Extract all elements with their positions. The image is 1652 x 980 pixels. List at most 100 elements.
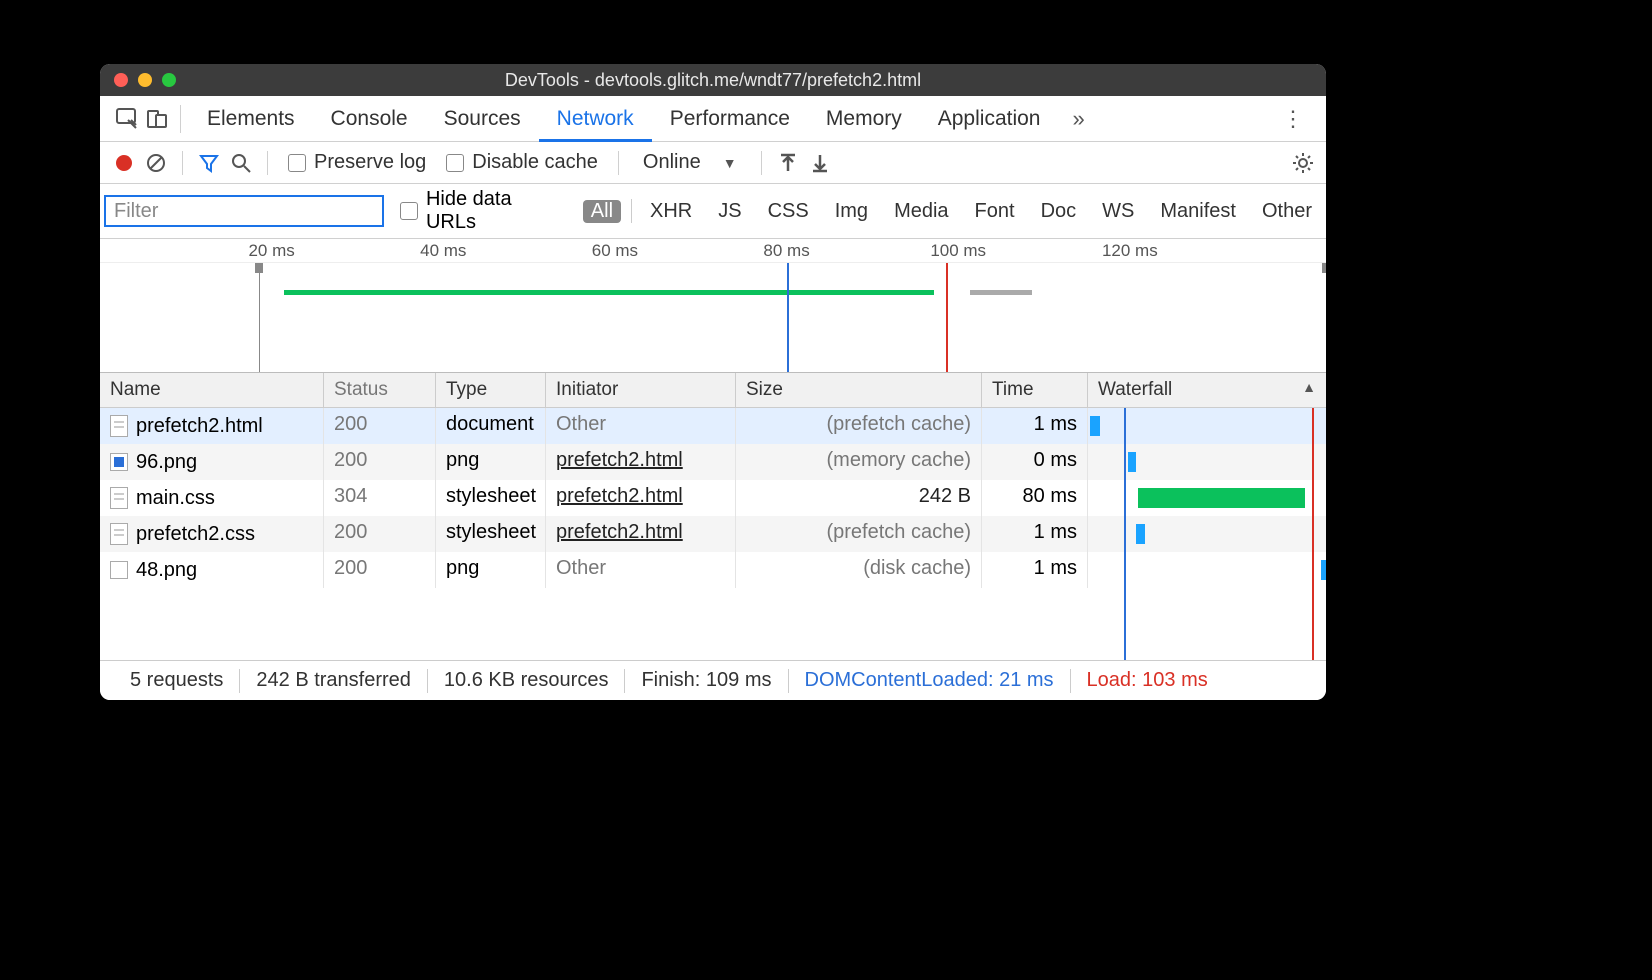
col-waterfall[interactable]: Waterfall▲ [1088, 373, 1326, 407]
hide-data-urls-checkbox[interactable]: Hide data URLs [394, 188, 573, 234]
more-panels-button[interactable]: » [1058, 106, 1098, 132]
status-transferred: 242 B transferred [240, 669, 427, 692]
throttling-select[interactable]: Online ▼ [633, 151, 747, 174]
status-load: Load: 103 ms [1071, 669, 1224, 692]
clear-button[interactable] [144, 153, 168, 173]
request-size: 242 B [736, 480, 982, 516]
minimize-window-button[interactable] [138, 73, 152, 87]
checkbox-box [446, 154, 464, 172]
tab-network[interactable]: Network [539, 96, 652, 141]
tab-application[interactable]: Application [920, 96, 1059, 141]
initiator-link[interactable]: prefetch2.html [556, 449, 683, 471]
waterfall-bar [1321, 560, 1326, 580]
import-har-icon[interactable] [776, 153, 800, 173]
col-time[interactable]: Time [982, 373, 1088, 407]
request-type: stylesheet [436, 516, 546, 552]
filter-chip-ws[interactable]: WS [1094, 200, 1142, 223]
chevron-down-icon: ▼ [723, 155, 737, 171]
request-size: (prefetch cache) [736, 516, 982, 552]
request-status: 200 [324, 444, 436, 480]
overview-tick: 60 ms [592, 241, 638, 261]
inspect-element-icon[interactable] [112, 108, 142, 130]
record-button[interactable] [112, 155, 136, 171]
request-time: 1 ms [982, 408, 1088, 444]
table-header: Name Status Type Initiator Size Time Wat… [100, 373, 1326, 408]
waterfall-cell [1088, 516, 1326, 552]
col-name[interactable]: Name [100, 373, 324, 407]
overview-tick: 80 ms [763, 241, 809, 261]
preserve-log-checkbox[interactable]: Preserve log [282, 151, 432, 174]
tab-sources[interactable]: Sources [426, 96, 539, 141]
initiator-link[interactable]: prefetch2.html [556, 485, 683, 507]
overview-dcl-line [787, 263, 789, 372]
col-type[interactable]: Type [436, 373, 546, 407]
request-size: (disk cache) [736, 552, 982, 588]
status-requests: 5 requests [114, 669, 239, 692]
network-settings-icon[interactable] [1292, 152, 1314, 174]
col-initiator[interactable]: Initiator [546, 373, 736, 407]
request-name: prefetch2.css [136, 523, 255, 546]
filter-chip-doc[interactable]: Doc [1033, 200, 1085, 223]
close-window-button[interactable] [114, 73, 128, 87]
customize-devtools-button[interactable]: ⋮ [1272, 106, 1314, 132]
table-row[interactable]: prefetch2.css200stylesheetprefetch2.html… [100, 516, 1326, 552]
filter-chip-img[interactable]: Img [827, 200, 876, 223]
overview-tick: 100 ms [930, 241, 986, 261]
request-size: (memory cache) [736, 444, 982, 480]
request-time: 0 ms [982, 444, 1088, 480]
checkbox-box [400, 202, 418, 220]
titlebar: DevTools - devtools.glitch.me/wndt77/pre… [100, 64, 1326, 96]
overview-tick: 20 ms [248, 241, 294, 261]
overview-tick: 40 ms [420, 241, 466, 261]
request-time: 1 ms [982, 516, 1088, 552]
filter-chip-xhr[interactable]: XHR [642, 200, 700, 223]
sort-indicator-icon: ▲ [1302, 379, 1316, 395]
filter-chip-font[interactable]: Font [967, 200, 1023, 223]
table-row[interactable]: prefetch2.html200documentOther(prefetch … [100, 408, 1326, 444]
col-size[interactable]: Size [736, 373, 982, 407]
panel-tabs: ElementsConsoleSourcesNetworkPerformance… [100, 96, 1326, 142]
network-toolbar: Preserve log Disable cache Online ▼ [100, 142, 1326, 184]
table-row[interactable]: 48.png200pngOther(disk cache)1 ms [100, 552, 1326, 588]
filter-toggle-icon[interactable] [197, 153, 221, 173]
waterfall-cell [1088, 408, 1326, 444]
overview-activity-bar [284, 290, 934, 295]
filter-bar: Hide data URLs All XHR JS CSS Img Media Font Do… [100, 184, 1326, 239]
status-resources: 10.6 KB resources [428, 669, 625, 692]
request-size: (prefetch cache) [736, 408, 982, 444]
search-icon[interactable] [229, 153, 253, 173]
waterfall-bar [1128, 452, 1135, 472]
waterfall-cell [1088, 480, 1326, 516]
tab-performance[interactable]: Performance [652, 96, 808, 141]
tab-console[interactable]: Console [313, 96, 426, 141]
filter-input[interactable] [104, 195, 384, 227]
filter-chip-all[interactable]: All [583, 200, 621, 223]
initiator-link[interactable]: prefetch2.html [556, 521, 683, 543]
waterfall-bar [1090, 416, 1100, 436]
waterfall-cell [1088, 444, 1326, 480]
zoom-window-button[interactable] [162, 73, 176, 87]
table-row[interactable]: 96.png 200png prefetch2.html (memory cache)… [100, 444, 1326, 480]
filter-chip-media[interactable]: Media [886, 200, 956, 223]
tab-memory[interactable]: Memory [808, 96, 920, 141]
disable-cache-checkbox[interactable]: Disable cache [440, 151, 604, 174]
request-type: stylesheet [436, 480, 546, 516]
device-toolbar-icon[interactable] [142, 108, 172, 130]
document-file-icon [110, 523, 128, 545]
filter-chip-js[interactable]: JS [710, 200, 749, 223]
waterfall-bar [1136, 524, 1146, 544]
request-time: 1 ms [982, 552, 1088, 588]
filter-chip-other[interactable]: Other [1254, 200, 1320, 223]
request-type: png [436, 444, 546, 480]
export-har-icon[interactable] [808, 153, 832, 173]
overview-timeline[interactable]: 20 ms40 ms60 ms80 ms100 ms120 ms [100, 239, 1326, 373]
col-status[interactable]: Status [324, 373, 436, 407]
request-type: png [436, 552, 546, 588]
document-file-icon [110, 487, 128, 509]
initiator-text: Other [556, 413, 606, 435]
tab-elements[interactable]: Elements [189, 96, 313, 141]
table-row[interactable]: main.css304stylesheetprefetch2.html242 B… [100, 480, 1326, 516]
request-name: 96.png [136, 451, 197, 474]
filter-chip-manifest[interactable]: Manifest [1152, 200, 1244, 223]
filter-chip-css[interactable]: CSS [760, 200, 817, 223]
